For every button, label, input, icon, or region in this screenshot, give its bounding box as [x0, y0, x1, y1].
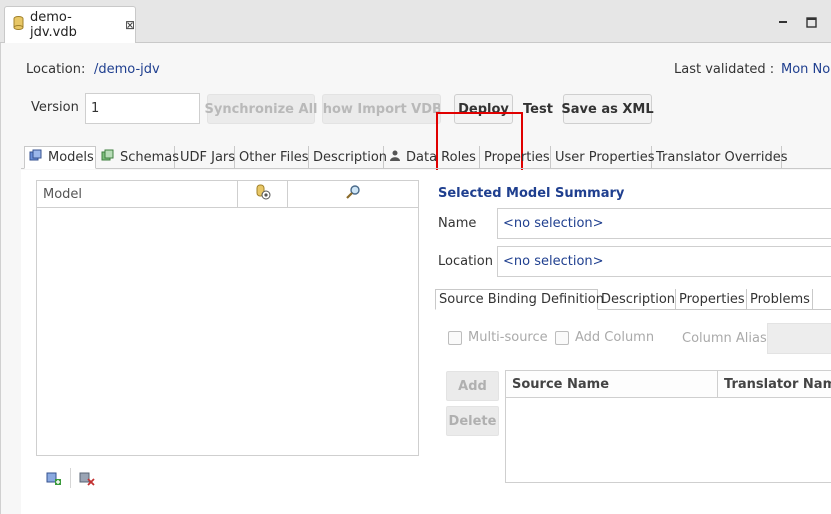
column-translator-name-label: Translator Name [724, 376, 831, 392]
models-table-header: Model [37, 181, 418, 208]
tab-other-files[interactable]: Other Files [235, 146, 309, 169]
column-search[interactable] [288, 181, 418, 207]
add-source-button[interactable]: Add [446, 371, 499, 401]
tab-udf-jars-label: UDF Jars [180, 150, 236, 165]
add-column-checkbox[interactable] [555, 330, 569, 345]
tab-model-properties-label: Properties [679, 292, 745, 307]
tab-user-properties[interactable]: User Properties [551, 146, 655, 169]
tab-schemas[interactable]: Schemas [97, 146, 179, 169]
version-label: Version [31, 100, 79, 115]
version-input[interactable]: 1 [85, 93, 200, 124]
source-binding-header: Source Name Translator Name [506, 371, 831, 398]
magnifier-icon [345, 184, 361, 204]
schemas-icon [101, 149, 115, 166]
close-tab-icon[interactable]: ⊠ [125, 18, 135, 32]
summary-name-field[interactable]: <no selection> [497, 208, 831, 239]
model-detail-tabs: Source Binding Definition Description Pr… [435, 289, 831, 310]
version-value: 1 [91, 101, 100, 116]
add-column-option[interactable]: Add Column [555, 330, 654, 345]
tab-source-binding-definition[interactable]: Source Binding Definition [435, 289, 604, 310]
tab-source-binding-label: Source Binding Definition [439, 292, 604, 307]
tab-description-label: Description [313, 150, 388, 165]
tab-user-properties-label: User Properties [555, 150, 655, 165]
summary-name-label: Name [438, 216, 477, 231]
last-validated-value: Mon No [781, 62, 831, 77]
summary-location-field[interactable]: <no selection> [497, 246, 831, 277]
tab-models-label: Models [48, 150, 94, 165]
model-visibility-icon [255, 184, 271, 204]
multi-source-checkbox[interactable] [448, 330, 462, 345]
multi-source-label: Multi-source [468, 330, 548, 345]
remove-model-icon[interactable] [79, 470, 95, 490]
tab-data-roles-label: Data Roles [406, 150, 476, 165]
column-model-label: Model [43, 186, 83, 202]
test-button[interactable]: Test [521, 94, 555, 124]
source-binding-table[interactable]: Source Name Translator Name [505, 370, 831, 483]
last-validated-label: Last validated : [674, 62, 775, 77]
tab-schemas-label: Schemas [120, 150, 180, 165]
multi-source-option[interactable]: Multi-source [448, 330, 548, 345]
tab-model-problems-label: Problems [750, 292, 810, 307]
tab-udf-jars[interactable]: UDF Jars [176, 146, 235, 169]
synchronize-all-button[interactable]: Synchronize All [205, 94, 318, 124]
tab-model-description-label: Description [601, 292, 676, 307]
editor-tab-title: demo-jdv.vdb [30, 10, 77, 40]
tab-model-properties[interactable]: Properties [676, 289, 747, 310]
tab-translator-overrides[interactable]: Translator Overrides [652, 146, 787, 169]
editor-tab-demo-jdv[interactable]: demo-jdv.vdb ⊠ [4, 6, 136, 43]
toolbar-divider [70, 468, 71, 488]
add-column-label: Add Column [575, 330, 655, 345]
column-alias-label: Column Alias [682, 331, 767, 346]
editor-tab-bar: demo-jdv.vdb ⊠ [0, 0, 831, 43]
maximize-icon[interactable] [803, 14, 819, 30]
summary-name-value: <no selection> [503, 216, 604, 231]
tab-description[interactable]: Description [309, 146, 388, 169]
location-value: /demo-jdv [94, 62, 160, 77]
column-visibility[interactable] [238, 181, 288, 207]
show-import-vdbs-button[interactable]: Show Import VDBs [322, 94, 441, 124]
models-icon [29, 149, 43, 166]
column-source-name[interactable]: Source Name [506, 371, 718, 397]
column-source-name-label: Source Name [512, 376, 610, 392]
vdb-editor-page: Location: /demo-jdv Last validated : Mon… [0, 43, 831, 514]
tab-model-problems[interactable]: Problems [747, 289, 813, 310]
summary-title: Selected Model Summary [438, 186, 625, 201]
models-tab-content: Model Selected Model Summary Name <no se… [21, 170, 831, 514]
column-model[interactable]: Model [37, 181, 238, 207]
vdb-file-icon [13, 16, 24, 34]
summary-location-value: <no selection> [503, 254, 604, 269]
models-table[interactable]: Model [36, 180, 419, 456]
column-alias-input[interactable] [767, 323, 831, 354]
delete-source-button[interactable]: Delete [446, 406, 499, 436]
add-model-icon[interactable] [46, 470, 62, 490]
tab-models[interactable]: Models [24, 146, 96, 169]
summary-location-label: Location [438, 254, 493, 269]
tab-data-roles[interactable]: Data Roles [385, 146, 480, 169]
tab-properties-label: Properties [484, 150, 550, 165]
tab-properties[interactable]: Properties [480, 146, 551, 169]
minimize-icon[interactable] [775, 14, 791, 30]
vdb-editor-tabs: Models Schemas UDF Jars Other Files Desc… [21, 146, 831, 169]
location-label: Location: [26, 62, 86, 77]
tab-model-description[interactable]: Description [598, 289, 676, 310]
tab-translator-overrides-label: Translator Overrides [656, 150, 788, 165]
data-roles-icon [389, 149, 401, 166]
tab-other-files-label: Other Files [239, 150, 309, 165]
column-translator-name[interactable]: Translator Name [718, 371, 831, 397]
save-as-xml-button[interactable]: Save as XML [561, 94, 654, 124]
